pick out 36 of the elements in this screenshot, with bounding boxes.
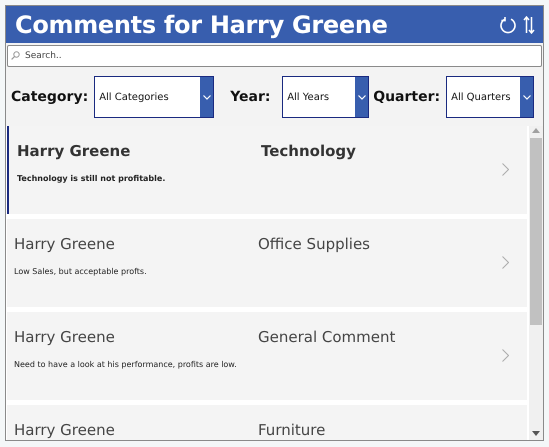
filter-dropdown[interactable]: All Quarters (446, 76, 534, 118)
page-title: Comments for Harry Greene (15, 10, 389, 38)
scroll-thumb[interactable] (530, 138, 542, 325)
comment-category: Furniture (258, 421, 326, 439)
comment-category: General Comment (258, 328, 396, 346)
comment-card[interactable]: Harry Greene Technology Technology is still not profitable. (7, 126, 527, 214)
comment-category: Office Supplies (258, 235, 370, 253)
comment-text: Need to have a look at his performance, profits are low. (14, 360, 238, 369)
comment-card[interactable]: Harry Greene Furniture (7, 405, 527, 440)
chevron-right-icon[interactable] (502, 349, 509, 362)
filter-label: Year: (230, 89, 272, 105)
refresh-icon[interactable] (499, 16, 517, 34)
scrollbar[interactable] (529, 126, 543, 440)
chevron-right-icon[interactable] (502, 256, 509, 269)
author-name: Harry Greene (14, 421, 116, 439)
scroll-up-icon[interactable] (532, 128, 540, 133)
chevron-down-icon (202, 94, 211, 100)
chevron-right-icon[interactable] (502, 163, 509, 176)
filter-label: Category: (11, 89, 88, 105)
sort-icon[interactable] (523, 16, 535, 34)
author-name: Harry Greene (14, 328, 116, 346)
comment-text: Technology is still not profitable. (17, 174, 166, 183)
filter-dropdown[interactable]: All Years (282, 76, 370, 118)
search-icon (11, 51, 20, 60)
filter-label: Quarter: (373, 89, 440, 105)
comment-text: Low Sales, but acceptable profts. (14, 267, 148, 276)
chevron-down-icon (522, 94, 531, 100)
chevron-down-icon (358, 94, 366, 100)
author-name: Harry Greene (17, 142, 132, 160)
comment-card[interactable]: Harry Greene Office Supplies Low Sales, but acceptable profts. (7, 219, 527, 307)
search-field[interactable]: Search.. (7, 45, 542, 67)
scroll-down-icon[interactable] (532, 431, 540, 436)
filter-dropdown[interactable]: All Categories (94, 76, 214, 118)
comment-card[interactable]: Harry Greene General Comment Need to have a look at his performance, profits are low. (7, 312, 527, 400)
author-name: Harry Greene (14, 235, 116, 253)
comment-category: Technology (261, 142, 356, 160)
